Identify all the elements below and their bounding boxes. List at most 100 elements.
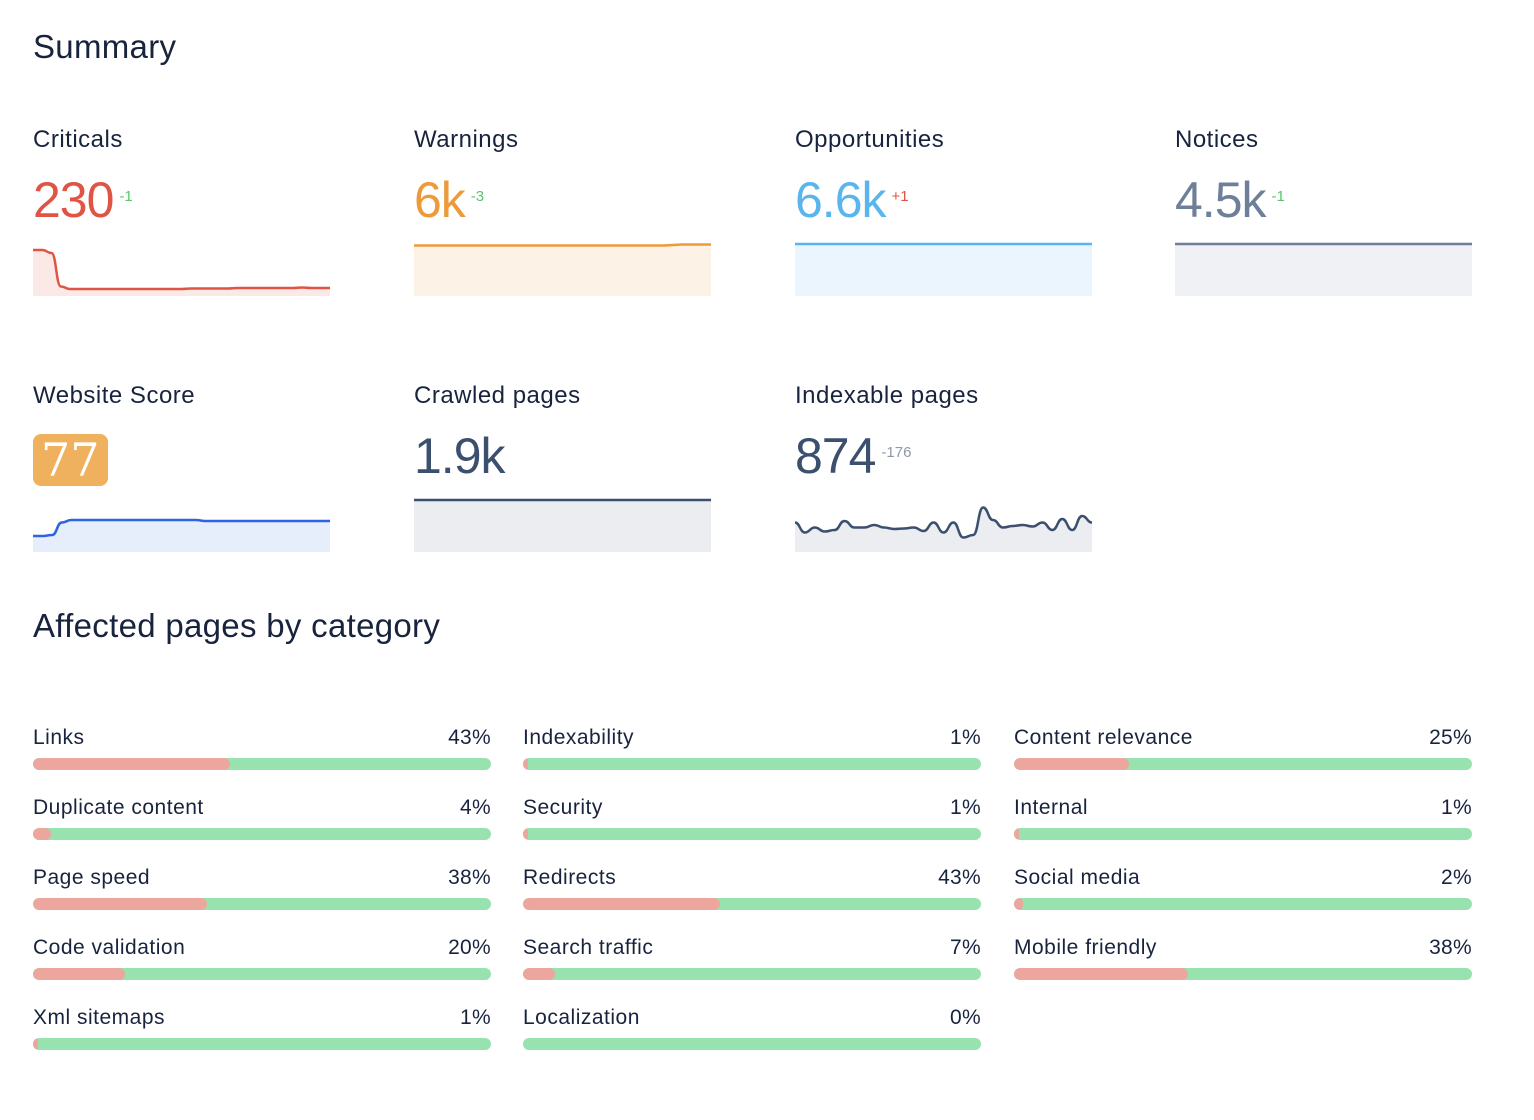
category-internal[interactable]: Internal 1% xyxy=(1014,796,1472,846)
category-social-media[interactable]: Social media 2% xyxy=(1014,866,1472,916)
metric-crawled-pages[interactable]: Crawled pages 1.9k xyxy=(414,382,711,552)
category-label: Indexability xyxy=(523,726,635,749)
category-progress-bar xyxy=(1014,828,1472,840)
sparkline-area xyxy=(414,500,711,552)
metric-label: Website Score xyxy=(33,382,196,409)
category-progress-fill xyxy=(1014,828,1019,840)
website-score-badge: 77 xyxy=(33,434,108,486)
category-progress-bar xyxy=(523,1038,981,1050)
sparkline-area xyxy=(795,244,1092,296)
category-label: Security xyxy=(523,796,603,819)
metric-value: 874 xyxy=(795,428,876,484)
category-code-validation[interactable]: Code validation 20% xyxy=(33,936,491,986)
category-percent: 1% xyxy=(1441,796,1472,819)
sparkline-area xyxy=(1175,244,1472,296)
metric-delta: -1 xyxy=(119,188,133,205)
category-progress-fill xyxy=(33,758,230,770)
category-progress-fill xyxy=(523,968,556,980)
category-progress-fill xyxy=(33,968,125,980)
category-progress-bar xyxy=(1014,758,1472,770)
category-progress-fill xyxy=(33,1038,38,1050)
category-progress-bar xyxy=(523,758,981,770)
metric-warnings[interactable]: Warnings 6k -3 xyxy=(414,126,711,296)
category-mobile-friendly[interactable]: Mobile friendly 38% xyxy=(1014,936,1472,986)
category-percent: 43% xyxy=(938,866,981,889)
category-percent: 1% xyxy=(950,726,981,749)
category-progress-bar xyxy=(523,828,981,840)
category-percent: 25% xyxy=(1429,726,1472,749)
category-percent: 4% xyxy=(460,796,491,819)
category-percent: 38% xyxy=(448,866,491,889)
category-label: Internal xyxy=(1014,796,1089,819)
category-progress-bar xyxy=(33,758,491,770)
metric-indexable-pages[interactable]: Indexable pages 874 -176 xyxy=(795,382,1092,552)
category-percent: 0% xyxy=(950,1006,981,1029)
metric-value: 230 xyxy=(33,172,114,228)
category-percent: 2% xyxy=(1441,866,1472,889)
category-label: Social media xyxy=(1014,866,1141,889)
category-progress-bar xyxy=(1014,968,1472,980)
category-progress-bar xyxy=(33,898,491,910)
category-label: Redirects xyxy=(523,866,617,889)
metric-delta: -176 xyxy=(881,444,912,461)
sparkline-area xyxy=(33,520,330,552)
category-security[interactable]: Security 1% xyxy=(523,796,981,846)
category-percent: 1% xyxy=(950,796,981,819)
metric-delta: -1 xyxy=(1271,188,1285,205)
category-label: Content relevance xyxy=(1014,726,1193,749)
category-progress-fill xyxy=(1014,898,1024,910)
category-redirects[interactable]: Redirects 43% xyxy=(523,866,981,916)
category-progress-fill xyxy=(1014,968,1189,980)
category-progress-bar xyxy=(33,828,491,840)
metric-delta: +1 xyxy=(891,188,909,205)
summary-title: Summary xyxy=(33,28,177,65)
category-label: Duplicate content xyxy=(33,796,204,819)
affected-pages-title: Affected pages by category xyxy=(33,607,441,644)
category-duplicate-content[interactable]: Duplicate content 4% xyxy=(33,796,491,846)
category-label: Search traffic xyxy=(523,936,654,959)
metric-delta: -3 xyxy=(470,188,485,205)
metric-notices[interactable]: Notices 4.5k -1 xyxy=(1175,126,1472,296)
category-label: Localization xyxy=(523,1006,640,1029)
category-progress-bar xyxy=(1014,898,1472,910)
metric-value: 1.9k xyxy=(414,428,506,484)
category-links[interactable]: Links 43% xyxy=(33,726,491,776)
metric-label: Criticals xyxy=(33,126,123,153)
sparkline-warnings xyxy=(414,243,711,296)
category-progress-fill xyxy=(1014,758,1129,770)
sparkline-area xyxy=(795,507,1092,552)
category-progress-bar xyxy=(33,1038,491,1050)
metric-value: 6k xyxy=(414,172,466,228)
sparkline-crawled-pages xyxy=(414,498,711,552)
category-page-speed[interactable]: Page speed 38% xyxy=(33,866,491,916)
sparkline-line xyxy=(33,248,330,291)
metric-label: Notices xyxy=(1175,126,1259,153)
category-content-relevance[interactable]: Content relevance 25% xyxy=(1014,726,1472,776)
category-progress-fill xyxy=(33,828,52,840)
category-xml-sitemaps[interactable]: Xml sitemaps 1% xyxy=(33,1006,491,1056)
category-progress-fill xyxy=(523,898,720,910)
metric-label: Warnings xyxy=(414,126,519,153)
category-progress-fill xyxy=(523,758,528,770)
category-label: Mobile friendly xyxy=(1014,936,1157,959)
category-progress-fill xyxy=(33,898,208,910)
metric-criticals[interactable]: Criticals 230 -1 xyxy=(33,126,330,296)
metric-opportunities[interactable]: Opportunities 6.6k +1 xyxy=(795,126,1092,296)
metric-value: 6.6k xyxy=(795,172,887,228)
metric-website-score[interactable]: Website Score 77 xyxy=(33,382,330,552)
metric-value: 4.5k xyxy=(1175,172,1267,228)
category-indexability[interactable]: Indexability 1% xyxy=(523,726,981,776)
category-progress-bar xyxy=(523,898,981,910)
category-search-traffic[interactable]: Search traffic 7% xyxy=(523,936,981,986)
sparkline-line xyxy=(414,243,711,247)
metric-label: Opportunities xyxy=(795,126,945,153)
category-progress-bar xyxy=(523,968,981,980)
sparkline-website-score xyxy=(33,518,330,552)
category-localization[interactable]: Localization 0% xyxy=(523,1006,981,1056)
category-percent: 38% xyxy=(1429,936,1472,959)
category-label: Xml sitemaps xyxy=(33,1006,166,1029)
sparkline-opportunities xyxy=(795,242,1092,296)
category-label: Code validation xyxy=(33,936,186,959)
category-percent: 43% xyxy=(448,726,491,749)
category-percent: 1% xyxy=(460,1006,491,1029)
